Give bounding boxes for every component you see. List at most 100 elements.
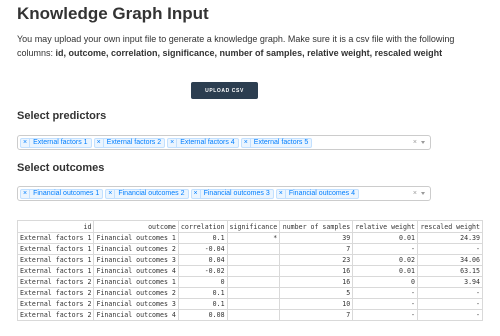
- table-cell: -: [416, 243, 484, 255]
- table-cell: External factors 1: [16, 254, 95, 266]
- remove-chip-icon[interactable]: ×: [21, 189, 31, 198]
- remove-chip-icon[interactable]: ×: [242, 138, 251, 147]
- table-cell: 0.01: [352, 265, 418, 277]
- chip-label: Financial outcomes 3: [203, 190, 270, 197]
- table-cell: -: [352, 298, 418, 310]
- table-cell: -: [416, 309, 484, 321]
- chip-label: Financial outcomes 1: [33, 190, 100, 197]
- predictors-chip[interactable]: × External factors 2: [93, 137, 166, 148]
- table-cell: [226, 276, 281, 288]
- table-cell: 63.15: [416, 265, 484, 277]
- table-row: External factors 1 Financial outcomes 2 -0…: [16, 243, 484, 255]
- table-cell: [226, 298, 281, 310]
- remove-chip-icon[interactable]: ×: [95, 138, 104, 147]
- table-cell: [226, 287, 281, 299]
- table-row: External factors 1 Financial outcomes 1 0.…: [16, 232, 484, 244]
- table-cell: External factors 1: [16, 265, 95, 277]
- table-cell: -: [352, 243, 418, 255]
- table-cell: [226, 265, 281, 277]
- remove-chip-icon[interactable]: ×: [277, 189, 286, 198]
- table-cell: 34.06: [416, 254, 484, 266]
- table-header-row: id outcome correlation significance number o…: [16, 220, 484, 233]
- table-cell: Financial outcomes 3: [93, 254, 179, 266]
- clear-predictors-icon[interactable]: ×: [413, 139, 417, 146]
- chip-label: External factors 4: [180, 139, 235, 146]
- chip-label: External factors 5: [253, 139, 309, 146]
- column-header[interactable]: rescaled weight: [416, 220, 484, 233]
- table-cell: [226, 243, 281, 255]
- column-header[interactable]: correlation: [177, 220, 228, 233]
- table-row: External factors 1 Financial outcomes 3 0.…: [16, 254, 484, 266]
- table-row: External factors 2 Financial outcomes 3 0.…: [16, 298, 484, 310]
- predictors-chips: × External factors 1 × External factors 2 × E…: [20, 137, 413, 148]
- table-cell: 0.1: [177, 298, 228, 310]
- outcomes-heading: Select outcomes: [17, 162, 105, 174]
- remove-chip-icon[interactable]: ×: [168, 138, 178, 147]
- table-cell: 16: [279, 265, 354, 277]
- table-cell: Financial outcomes 2: [93, 287, 179, 299]
- chip-label: Financial outcomes 4: [288, 190, 355, 197]
- table-cell: External factors 1: [16, 232, 95, 244]
- table-cell: 0: [352, 276, 418, 288]
- predictors-chip[interactable]: × External factors 1: [20, 137, 92, 148]
- table-cell: Financial outcomes 1: [93, 232, 179, 244]
- table-cell: 10: [279, 298, 354, 310]
- predictors-chip[interactable]: × External factors 5: [240, 137, 313, 148]
- table-cell: *: [226, 232, 281, 244]
- table-cell: Financial outcomes 2: [93, 243, 179, 255]
- column-header[interactable]: significance: [226, 220, 281, 233]
- table-cell: External factors 2: [16, 276, 95, 288]
- table-cell: 7: [279, 243, 354, 255]
- upload-csv-button[interactable]: UPLOAD CSV: [191, 82, 258, 99]
- chip-label: Financial outcomes 2: [118, 190, 185, 197]
- chevron-down-icon[interactable]: [421, 192, 425, 195]
- table-cell: 16: [279, 276, 354, 288]
- required-columns: id, outcome, correlation, significance, …: [55, 47, 443, 58]
- table-cell: 0.1: [177, 232, 228, 244]
- column-header[interactable]: id: [16, 220, 95, 233]
- chip-label: External factors 2: [106, 139, 162, 146]
- outcomes-chip[interactable]: × Financial outcomes 3: [190, 188, 274, 199]
- remove-chip-icon[interactable]: ×: [192, 189, 201, 198]
- table-cell: Financial outcomes 3: [93, 298, 179, 310]
- clear-outcomes-icon[interactable]: ×: [413, 190, 417, 197]
- table-row: External factors 1 Financial outcomes 4 -0…: [16, 265, 484, 277]
- outcomes-chip[interactable]: × Financial outcomes 4: [275, 188, 359, 199]
- remove-chip-icon[interactable]: ×: [106, 189, 116, 198]
- predictors-select[interactable]: × External factors 1 × External factors 2 × E…: [17, 135, 431, 150]
- table-cell: -: [352, 287, 418, 299]
- table-cell: Financial outcomes 4: [93, 309, 179, 321]
- table-cell: 0.01: [352, 232, 418, 244]
- chip-label: External factors 1: [33, 139, 88, 146]
- table-cell: -: [416, 298, 484, 310]
- table-cell: -: [416, 287, 484, 299]
- table-cell: 7: [279, 309, 354, 321]
- table-cell: [226, 254, 281, 266]
- table-cell: 39: [279, 232, 354, 244]
- column-header[interactable]: number of samples: [279, 220, 354, 233]
- table-cell: [226, 309, 281, 321]
- column-header[interactable]: relative weight: [352, 220, 418, 233]
- table-cell: -0.02: [177, 265, 228, 277]
- table-cell: 0.1: [177, 287, 228, 299]
- remove-chip-icon[interactable]: ×: [21, 138, 31, 147]
- table-row: External factors 2 Financial outcomes 4 0.…: [16, 309, 484, 321]
- table-row: External factors 2 Financial outcomes 2 0.…: [16, 287, 484, 299]
- table-cell: 3.94: [416, 276, 484, 288]
- table-cell: 24.39: [416, 232, 484, 244]
- chevron-down-icon[interactable]: [421, 141, 425, 144]
- table-cell: External factors 2: [16, 309, 95, 321]
- table-cell: 0: [177, 276, 228, 288]
- column-header[interactable]: outcome: [93, 220, 179, 233]
- table-cell: -0.04: [177, 243, 228, 255]
- outcomes-chip[interactable]: × Financial outcomes 1: [20, 188, 104, 199]
- predictors-chip[interactable]: × External factors 4: [167, 137, 239, 148]
- data-table: id outcome correlation significance number o…: [16, 220, 484, 321]
- table-row: External factors 2 Financial outcomes 101…: [16, 276, 484, 288]
- outcomes-chip[interactable]: × Financial outcomes 2: [105, 188, 189, 199]
- table-cell: External factors 2: [16, 287, 95, 299]
- page-title: Knowledge Graph Input: [17, 4, 209, 23]
- table-cell: 23: [279, 254, 354, 266]
- table-cell: External factors 2: [16, 298, 95, 310]
- outcomes-select[interactable]: × Financial outcomes 1 × Financial outcomes…: [17, 186, 431, 201]
